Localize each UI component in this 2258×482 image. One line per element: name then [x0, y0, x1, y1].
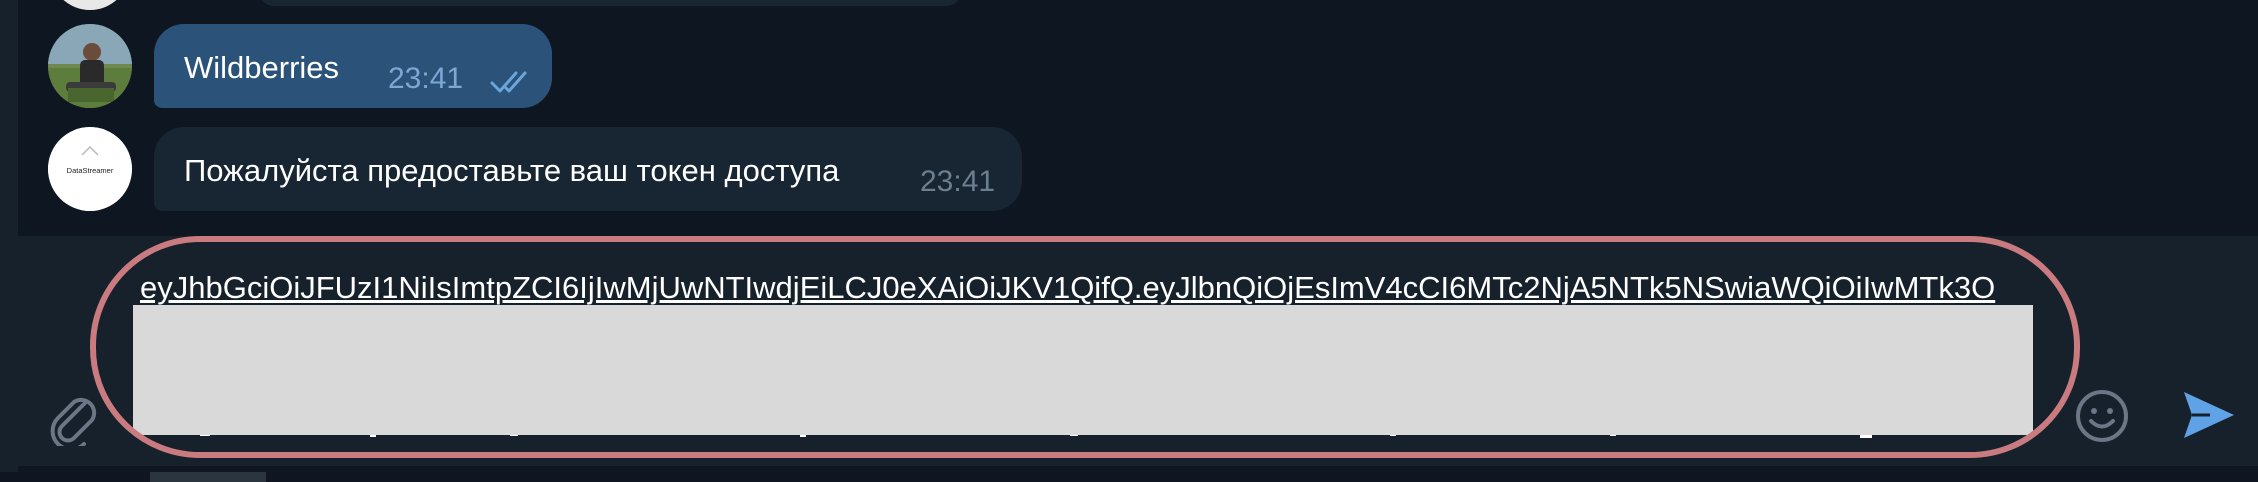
highlight-annotation	[90, 236, 2080, 458]
paperclip-icon[interactable]	[46, 388, 100, 446]
message-text: Пожалуйста предоставьте ваш токен доступ…	[184, 153, 840, 188]
avatar[interactable]	[48, 24, 132, 108]
message-text: Wildberries	[184, 50, 340, 85]
bot-avatar[interactable]: DataStreamer	[48, 127, 132, 211]
svg-text:DataStreamer: DataStreamer	[67, 166, 114, 175]
user-photo	[48, 24, 132, 108]
message-time: 23:41	[388, 62, 464, 95]
datastreamer-logo: DataStreamer	[48, 127, 132, 211]
smile-icon[interactable]	[2074, 388, 2130, 444]
bottom-edge	[0, 472, 2258, 482]
message-time: 23:41	[920, 165, 996, 198]
send-arrow-icon[interactable]	[2180, 388, 2238, 442]
outgoing-message[interactable]: Wildberries 23:41	[154, 24, 552, 108]
incoming-message[interactable]: Пожалуйста предоставьте ваш токен доступ…	[154, 127, 1022, 211]
scroll-segment	[150, 472, 266, 482]
double-check-icon	[490, 71, 527, 93]
left-panel-edge	[0, 0, 18, 482]
previous-message-bubble	[260, 0, 960, 6]
